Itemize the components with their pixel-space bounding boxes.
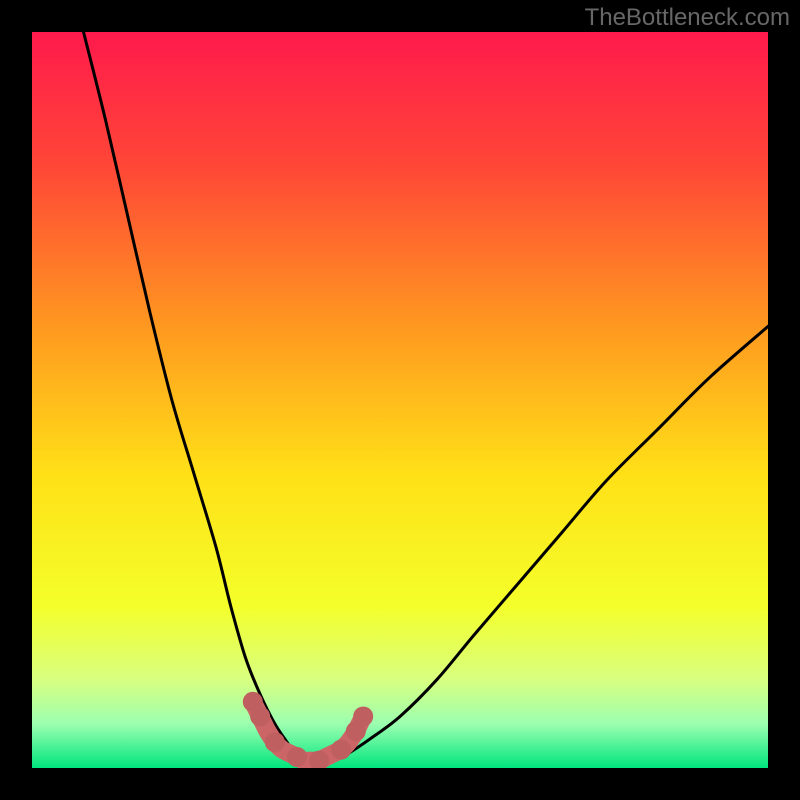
chart-frame: TheBottleneck.com <box>0 0 800 800</box>
curve-left-arm <box>84 32 305 761</box>
watermark-text: TheBottleneck.com <box>585 4 790 32</box>
curve-right-arm <box>334 326 768 760</box>
plot-area <box>32 32 768 768</box>
curve-layer <box>32 32 768 768</box>
